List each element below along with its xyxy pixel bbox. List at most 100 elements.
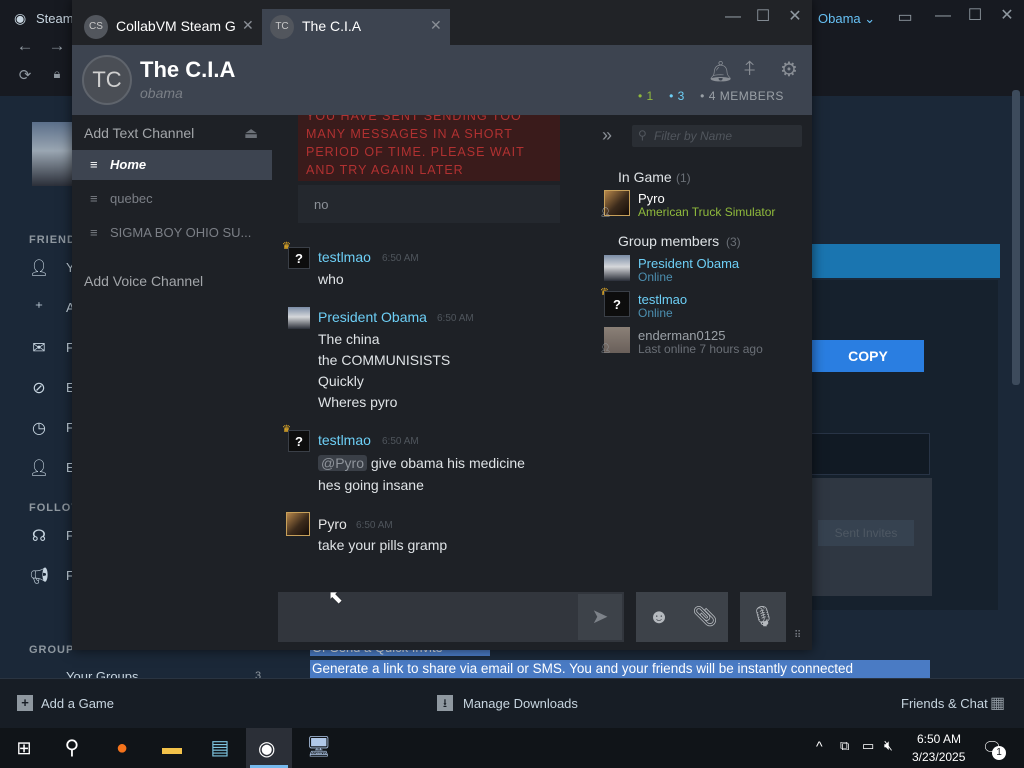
tab-collabvm[interactable]: CS CollabVM Steam G ✕	[76, 9, 262, 45]
tab-avatar: CS	[84, 15, 108, 39]
collapse-icon[interactable]: »	[602, 125, 612, 146]
member-name[interactable]: President Obama	[638, 256, 739, 271]
group-subtitle: obama	[140, 85, 183, 101]
channel-sigma-boy[interactable]: ≡ SIGMA BOY OHIO SU...	[72, 218, 272, 248]
close-button[interactable]: ✕	[992, 3, 1022, 29]
friends-chat-button[interactable]: Friends & Chat	[901, 696, 988, 711]
groups-heading: GROUP	[29, 644, 75, 656]
voice-button[interactable]: 🎙︎	[740, 592, 786, 642]
clock-time[interactable]: 6:50 AM	[917, 732, 961, 746]
chat-minimize-button[interactable]: —	[718, 4, 748, 30]
message-author[interactable]: testlmao	[318, 432, 371, 448]
search-icon[interactable]: ⚲	[52, 734, 92, 762]
gear-icon[interactable]: ⚙	[780, 57, 798, 82]
chat-maximize-button[interactable]: ☐	[748, 4, 778, 30]
invite-panel-header	[810, 244, 1000, 278]
tab-the-cia[interactable]: TC The C.I.A ✕	[262, 9, 450, 45]
member-counts: • 1 • 3 • 4 MEMBERS	[638, 89, 784, 103]
member-status: Last online 7 hours ago	[638, 342, 763, 356]
download-icon[interactable]: ⭳	[437, 695, 453, 711]
close-icon[interactable]: ✕	[242, 17, 254, 34]
sent-invites-button[interactable]: Sent Invites	[818, 520, 914, 546]
group-name[interactable]: The C.I.A	[140, 57, 235, 83]
chat-close-button[interactable]: ✕	[780, 4, 810, 30]
copy-button[interactable]: COPY	[812, 340, 924, 372]
lock-icon: 🔒︎	[53, 66, 61, 81]
group-members-heading: Group members	[618, 233, 720, 249]
refresh-icon[interactable]: ⟳	[14, 66, 36, 84]
network-icon[interactable]: ▭	[862, 738, 874, 754]
member-name[interactable]: enderman0125	[638, 328, 725, 343]
resize-grip-icon[interactable]: ⠿	[794, 630, 801, 641]
add-game-button[interactable]: Add a Game	[41, 696, 114, 711]
group-avatar[interactable]: TC	[82, 55, 132, 105]
user-menu[interactable]: Obama ⌄	[818, 11, 875, 27]
avatar[interactable]: ?	[604, 291, 630, 317]
message-text: the COMMUNISISTS	[318, 352, 451, 368]
send-button[interactable]: ➤	[578, 594, 622, 640]
windows-start-icon[interactable]: ⊞	[4, 734, 44, 762]
steam-taskbar-icon: ◉	[258, 738, 276, 760]
invite-friend-icon[interactable]: ⍏	[744, 58, 756, 81]
bell-icon[interactable]: 🔔︎	[708, 59, 733, 84]
message-text: hes going insane	[318, 477, 424, 493]
big-picture-icon[interactable]: ▭	[890, 5, 920, 31]
notepad-icon[interactable]: ▤	[200, 734, 240, 762]
message-author[interactable]: President Obama	[318, 309, 427, 325]
member-name[interactable]: Pyro	[638, 191, 665, 206]
avatar[interactable]	[286, 512, 310, 536]
status-person-icon: 👤︎	[600, 343, 612, 353]
channel-home[interactable]: ≡ Home	[72, 150, 272, 180]
minimize-button[interactable]: —	[928, 3, 958, 29]
message-author[interactable]: Pyro	[318, 516, 347, 532]
paperclip-icon: 📎︎	[692, 606, 718, 628]
member-status: Online	[638, 306, 673, 320]
friends-grid-icon[interactable]: ▦	[990, 693, 1005, 713]
profile-avatar[interactable]	[32, 122, 72, 186]
member-filter-input[interactable]: Filter by Name	[632, 125, 802, 147]
microphone-icon: 🎙︎	[750, 606, 776, 628]
clock-date[interactable]: 3/23/2025	[912, 750, 965, 764]
avatar[interactable]	[288, 307, 310, 329]
steam-logo-icon[interactable]: ◉	[14, 10, 26, 27]
avatar[interactable]: ?	[288, 247, 310, 269]
file-explorer-icon[interactable]: ▬	[152, 734, 192, 762]
mention[interactable]: @Pyro	[318, 455, 367, 471]
avatar[interactable]	[604, 255, 630, 281]
maximize-button[interactable]: ☐	[960, 3, 990, 29]
add-voice-channel[interactable]: Add Voice Channel	[84, 273, 203, 289]
avatar[interactable]: ?	[288, 430, 310, 452]
emoticon-button[interactable]: ☻	[636, 592, 682, 642]
tray-app-icon[interactable]: ⧉	[840, 738, 849, 754]
tab-avatar: TC	[270, 15, 294, 39]
volume-muted-icon[interactable]: 🔇︎	[884, 737, 893, 754]
taskbar-active-steam[interactable]: ◉	[246, 728, 292, 768]
invite-code-box	[810, 433, 930, 475]
member-name[interactable]: testlmao	[638, 292, 687, 307]
firefox-icon[interactable]: ●	[102, 734, 142, 762]
attach-button[interactable]: 📎︎	[682, 592, 728, 642]
member-dot-icon: •	[700, 89, 705, 103]
search-icon: ⚲	[638, 128, 647, 142]
add-text-channel[interactable]: Add Text Channel	[84, 125, 194, 141]
chevron-up-icon[interactable]: ^	[816, 738, 823, 754]
back-arrow-icon[interactable]: ←	[14, 36, 36, 56]
member-status: Online	[638, 270, 673, 284]
megaphone-icon: 📢︎	[29, 568, 50, 585]
remote-desktop-icon[interactable]: 🖥︎	[306, 734, 331, 759]
status-person-icon: 👤︎	[600, 207, 612, 217]
manage-downloads-button[interactable]: Manage Downloads	[463, 696, 578, 711]
forward-arrow-icon[interactable]: →	[46, 36, 68, 56]
channel-quebec[interactable]: ≡ quebec	[72, 184, 272, 214]
pin-icon[interactable]: ⏏	[244, 124, 258, 142]
text-channel-icon: ≡	[90, 225, 98, 240]
steam-scrollbar[interactable]	[1012, 90, 1020, 385]
message-author[interactable]: testlmao	[318, 249, 371, 265]
ingame-count: (1)	[676, 171, 691, 185]
channel-label: quebec	[110, 191, 153, 206]
close-icon[interactable]: ✕	[430, 17, 442, 34]
message-time: 6:50 AM	[382, 253, 419, 264]
person-icon: 👤︎	[29, 460, 50, 477]
member-list: » Filter by Name ⚲ In Game (1) 👤︎ Pyro A…	[592, 115, 812, 585]
plus-icon[interactable]: +	[17, 695, 33, 711]
